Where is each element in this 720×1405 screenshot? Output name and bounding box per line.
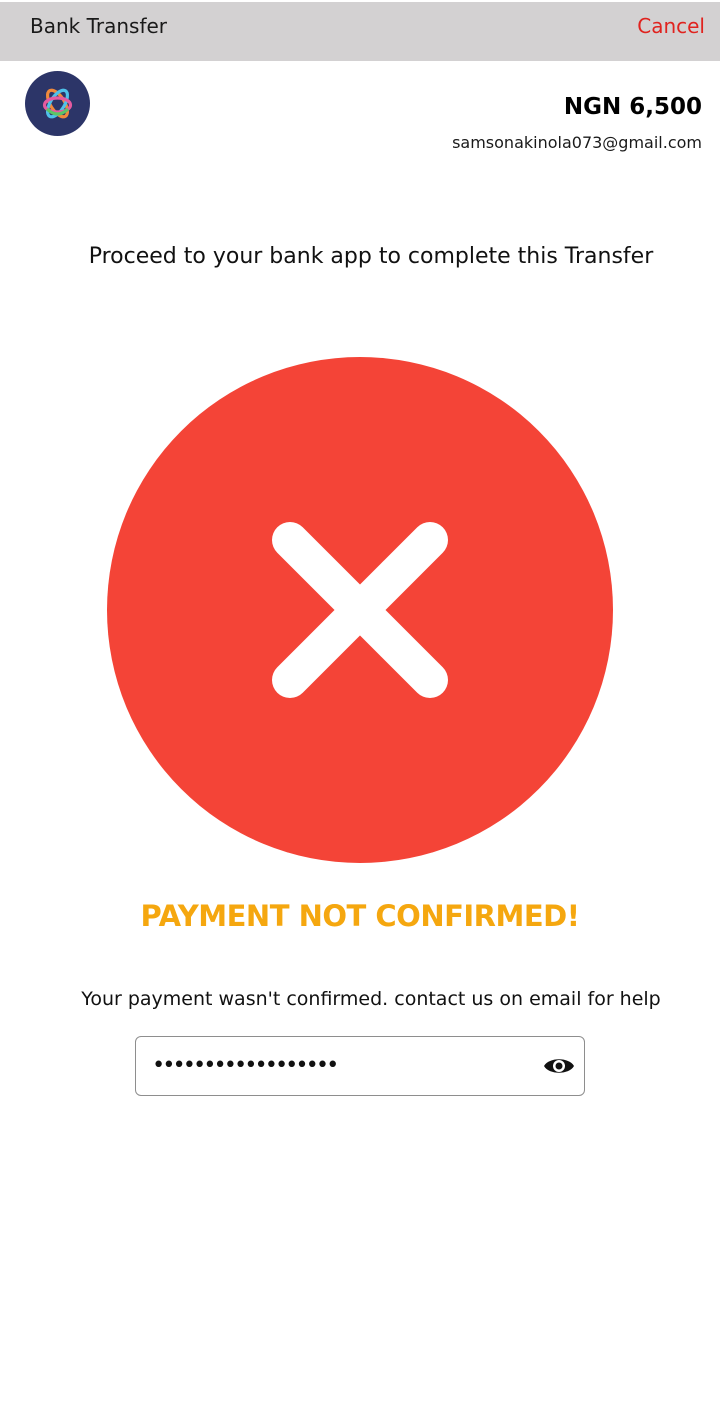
error-x-circle-icon	[106, 356, 614, 864]
password-value: ••••••••••••••••••	[152, 1053, 339, 1078]
bank-transfer-page: Bank Transfer Cancel NGN 6,500 samsonaki…	[0, 0, 720, 1405]
status-title: PAYMENT NOT CONFIRMED!	[140, 899, 580, 933]
merchant-logo-icon	[25, 71, 90, 136]
header-bar: Bank Transfer Cancel	[0, 2, 720, 61]
password-field[interactable]: ••••••••••••••••••	[135, 1036, 585, 1096]
header-title: Bank Transfer	[30, 14, 168, 38]
status-message: Your payment wasn't confirmed. contact u…	[81, 988, 661, 1010]
customer-email: samsonakinola073@gmail.com	[452, 133, 702, 152]
transfer-instruction: Proceed to your bank app to complete thi…	[88, 244, 654, 269]
eye-icon[interactable]	[543, 1054, 575, 1078]
payment-amount: NGN 6,500	[563, 94, 702, 120]
cancel-button[interactable]: Cancel	[637, 12, 705, 40]
